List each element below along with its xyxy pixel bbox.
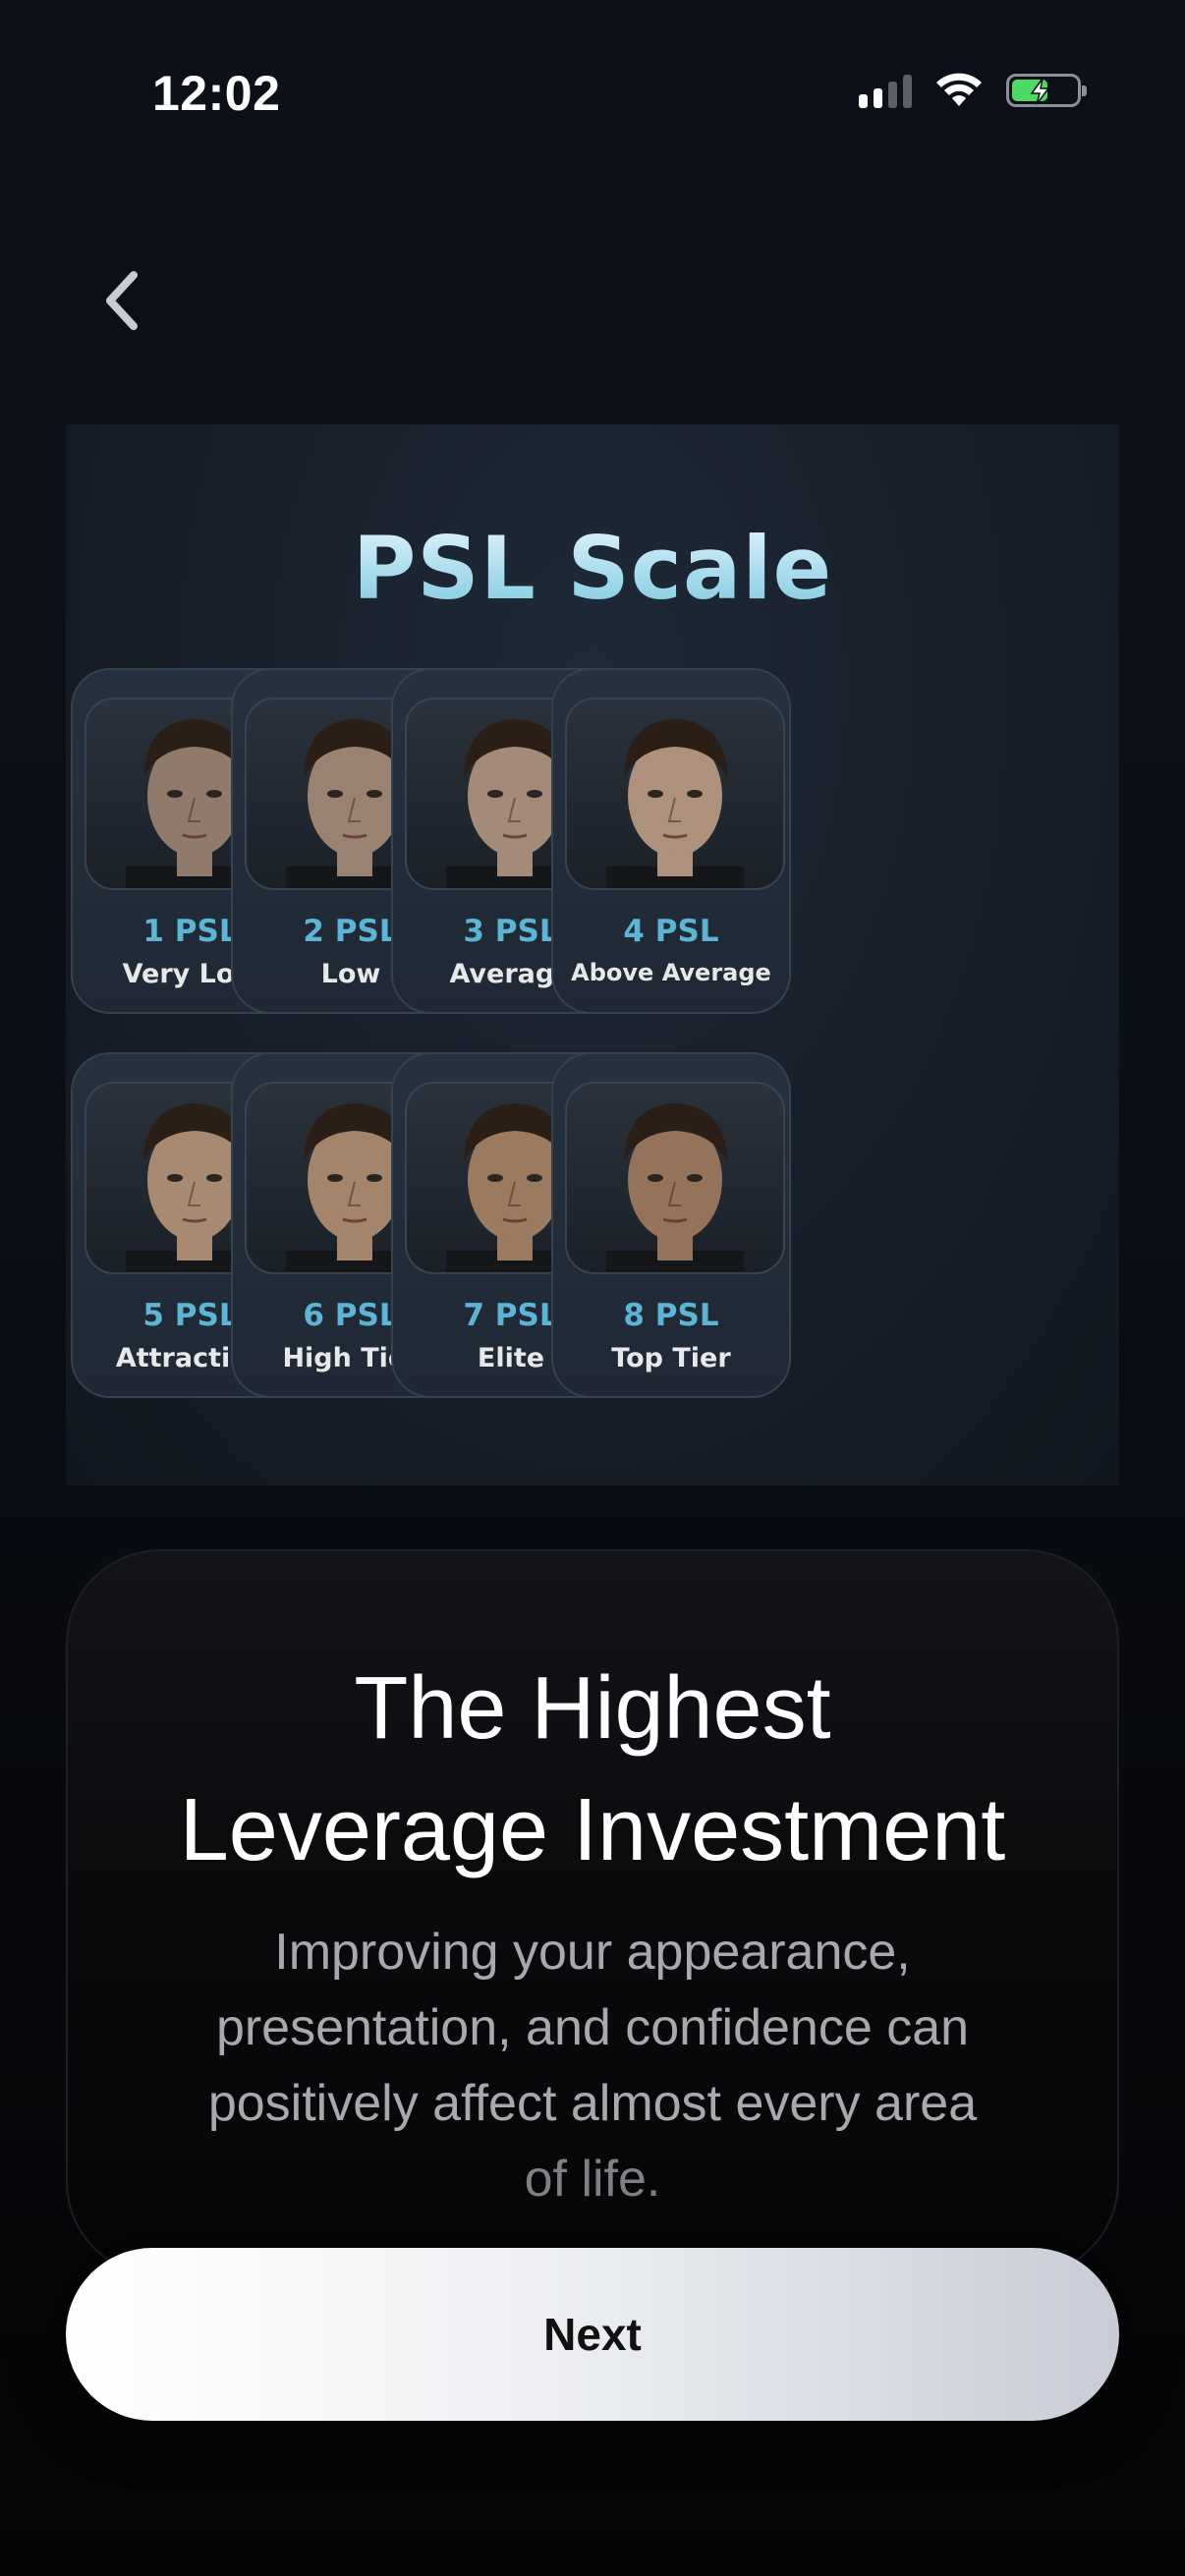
body-line: presentation, and confidence can	[215, 1999, 970, 2056]
next-button[interactable]: Next	[66, 2248, 1119, 2421]
headline: The Highest Leverage Investment	[68, 1648, 1117, 1891]
headline-line: The Highest	[354, 1659, 831, 1758]
psl-scale-image: PSL Scale 1 PSL Very Low 2 PSL Low 3 PSL Aver…	[66, 424, 1119, 1485]
face-photo	[565, 698, 785, 890]
status-icons	[859, 73, 1087, 108]
wifi-icon	[936, 73, 982, 106]
psl-score-label: 8 PSL	[623, 1298, 719, 1333]
body-line: Improving your appearance,	[274, 1924, 911, 1981]
psl-card: 4 PSL Above Average	[551, 668, 791, 1014]
psl-tier-label: Above Average	[571, 959, 771, 986]
body-line: positively affect almost every area	[207, 2075, 978, 2132]
body-text: Improving your appearance, presentation,…	[137, 1915, 1048, 2217]
psl-tier-label: Top Tier	[611, 1343, 731, 1373]
back-chevron-icon	[106, 271, 138, 330]
body-line: of life.	[524, 2151, 661, 2208]
status-time: 12:02	[152, 66, 281, 121]
back-button[interactable]	[90, 261, 153, 340]
psl-score-label: 4 PSL	[623, 914, 719, 949]
battery-charging-icon	[1006, 74, 1087, 107]
info-card: The Highest Leverage Investment Improvin…	[66, 1549, 1119, 2276]
psl-scale-title: PSL Scale	[66, 518, 1119, 619]
headline-line: Leverage Investment	[179, 1781, 1006, 1879]
psl-card: 8 PSL Top Tier	[551, 1052, 791, 1398]
face-photo	[565, 1082, 785, 1274]
cellular-signal-icon	[859, 73, 912, 108]
